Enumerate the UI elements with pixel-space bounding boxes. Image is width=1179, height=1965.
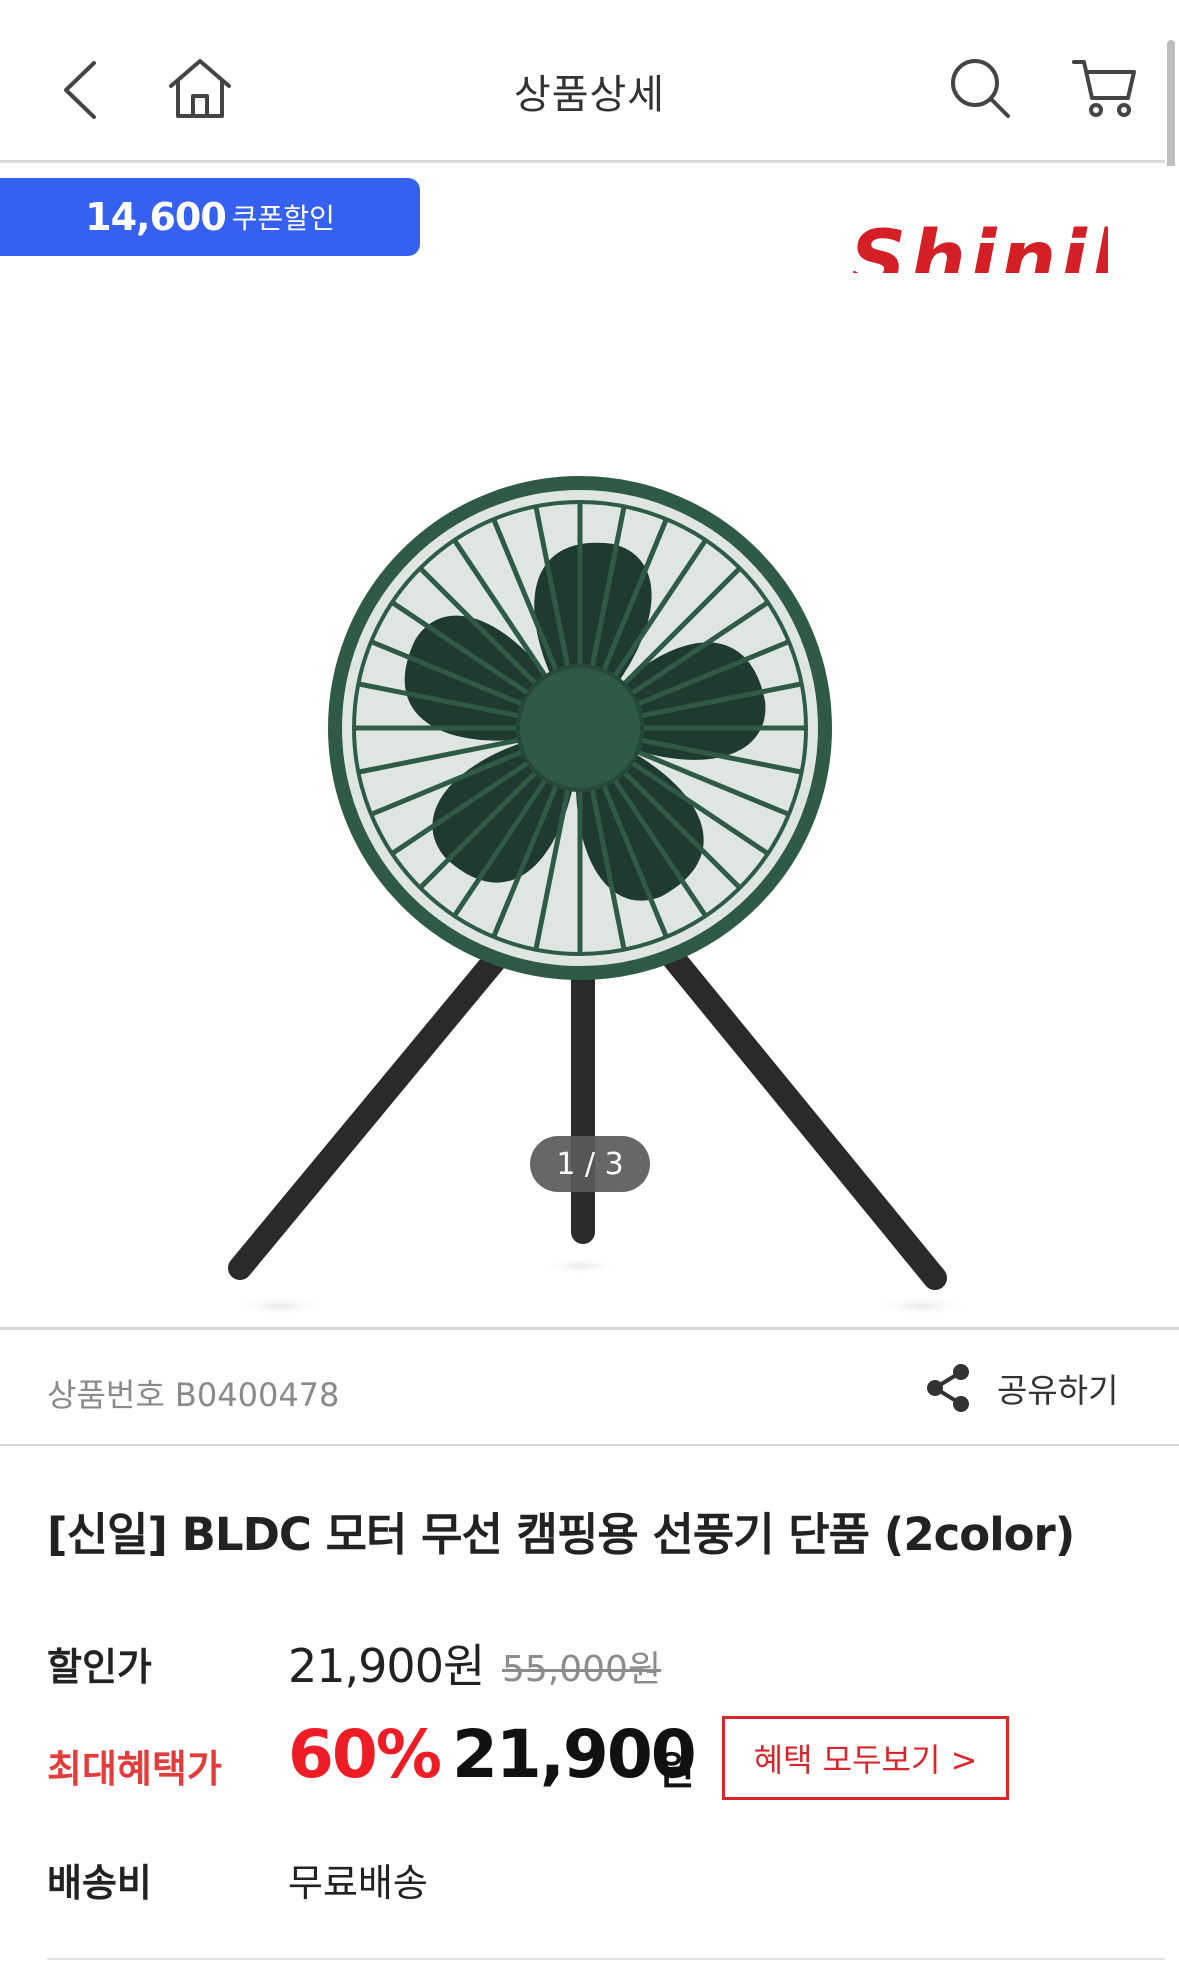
shipping-value: 무료배송 (288, 1861, 428, 1905)
top-app-bar: 상품상세 (0, 0, 1165, 163)
search-icon (951, 58, 1010, 118)
product-meta-row: 상품번호 B0400478 공유하기 (0, 1330, 1179, 1445)
cart-button[interactable] (1060, 50, 1150, 125)
coupon-label: 쿠폰할인 (231, 202, 335, 235)
shipping-label: 배송비 (47, 1861, 152, 1905)
sale-price: 21,900원 (288, 1639, 485, 1693)
original-price: 55,000원 (502, 1649, 662, 1690)
brand-logo: Shinil (848, 218, 1108, 273)
product-title: [신일] BLDC 모터 무선 캠핑용 선풍기 단품 (2color) (47, 1508, 1075, 1561)
share-icon (927, 1364, 969, 1412)
coupon-amount: 14,600 (85, 195, 227, 239)
view-all-benefits-button[interactable]: 혜택 모두보기 > (722, 1716, 1009, 1800)
share-label: 공유하기 (997, 1371, 1119, 1410)
sale-price-label: 할인가 (47, 1645, 152, 1689)
divider (0, 1444, 1179, 1446)
product-image-gallery[interactable]: 14,600 쿠폰할인 Shinil 1 / 3 (0, 166, 1179, 1329)
discount-rate: 60% (288, 1716, 442, 1793)
search-button[interactable] (940, 50, 1020, 125)
cart-icon (1072, 59, 1136, 117)
best-price-label: 최대혜택가 (47, 1747, 222, 1791)
coupon-badge[interactable]: 14,600 쿠폰할인 (0, 178, 420, 256)
best-price-unit: 원 (658, 1748, 695, 1794)
divider (47, 1958, 1165, 1960)
share-button[interactable]: 공유하기 (925, 1360, 1118, 1416)
svg-text:Shinil: Shinil (850, 218, 1108, 273)
product-code: 상품번호 B0400478 (47, 1376, 340, 1414)
image-pager: 1 / 3 (530, 1136, 650, 1192)
